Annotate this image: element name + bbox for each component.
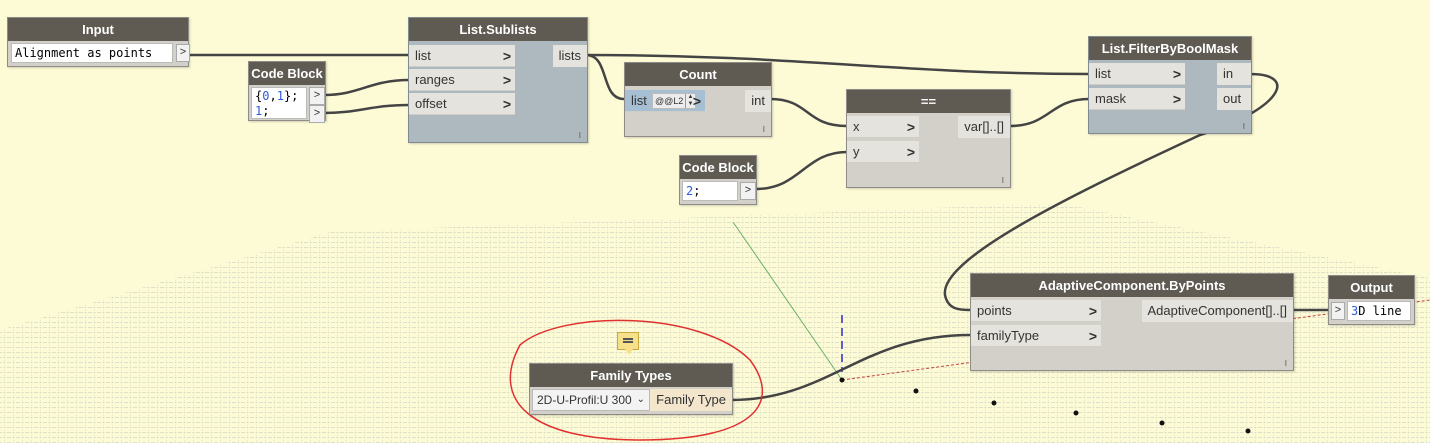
lacing-indicator[interactable]: I	[579, 131, 581, 140]
sublists-input-offset[interactable]: offset >	[409, 93, 515, 115]
chevron-right-icon: >	[502, 48, 511, 64]
adaptive-output[interactable]: AdaptiveComponent[]..[]	[1141, 300, 1293, 322]
code-block-2-output[interactable]: >	[740, 182, 756, 200]
note-icon[interactable]	[617, 332, 639, 355]
wire-lists-count	[585, 53, 625, 101]
chevron-right-icon: >	[502, 96, 511, 112]
list-sublists-node[interactable]: List.Sublists list > ranges > offset > list…	[408, 17, 588, 143]
code-block-node-1[interactable]: Code Block {0,1}; 1; > >	[248, 61, 326, 123]
chevron-right-icon: >	[1172, 91, 1181, 107]
equals-input-x[interactable]: x >	[847, 116, 919, 138]
wire-int-x	[769, 97, 848, 128]
graph-canvas[interactable]: Input Alignment as points > Code Block {…	[0, 0, 1430, 443]
lacing-indicator[interactable]: I	[1243, 122, 1245, 131]
filter-output-out[interactable]: out	[1217, 88, 1251, 110]
chevron-right-icon: >	[1172, 66, 1181, 82]
equals-output[interactable]: var[]..[]	[958, 116, 1010, 138]
wire-cb2-y	[755, 150, 848, 191]
filter-output-in[interactable]: in	[1217, 63, 1251, 85]
lacing-indicator[interactable]: I	[763, 125, 765, 134]
family-types-title: Family Types	[530, 364, 732, 387]
wire-eq-mask	[1009, 97, 1090, 128]
input-output-port[interactable]: >	[176, 44, 190, 62]
equals-input-y[interactable]: y >	[847, 141, 919, 163]
code-block-2-editor[interactable]: 2;	[682, 181, 738, 201]
code-block-node-2[interactable]: Code Block 2; >	[679, 155, 757, 205]
sublists-output-lists[interactable]: lists	[552, 45, 587, 67]
code-block-1-editor[interactable]: {0,1}; 1;	[251, 87, 307, 119]
lacing-indicator[interactable]: I	[1002, 176, 1004, 185]
filter-input-list[interactable]: list >	[1089, 63, 1185, 85]
wire-cb1-offset	[323, 103, 410, 115]
chevron-right-icon: >	[1088, 328, 1097, 344]
chevron-right-icon: >	[1088, 303, 1097, 319]
count-input-list[interactable]: list @@L2 ▲ ▼ >	[625, 90, 705, 112]
lacing-indicator[interactable]: I	[1285, 359, 1287, 368]
output-input-port[interactable]: >	[1331, 302, 1345, 320]
code-block-1-title: Code Block	[249, 62, 325, 85]
count-title: Count	[625, 63, 771, 86]
adaptive-input-points[interactable]: points >	[971, 300, 1101, 322]
code-block-2-title: Code Block	[680, 156, 756, 179]
filter-title: List.FilterByBoolMask	[1089, 37, 1251, 60]
chevron-right-icon: >	[692, 93, 701, 109]
input-node[interactable]: Input Alignment as points >	[7, 17, 190, 67]
adaptive-title: AdaptiveComponent.ByPoints	[971, 274, 1293, 297]
equals-title: ==	[847, 90, 1010, 113]
chevron-right-icon: >	[906, 119, 915, 135]
code-line-1: {0,1};	[255, 89, 299, 103]
family-type-dropdown[interactable]: 2D-U-Profil:U 300 ⌄	[532, 389, 650, 411]
adaptive-component-node[interactable]: AdaptiveComponent.ByPoints points > famil…	[970, 273, 1294, 371]
filter-input-mask[interactable]: mask >	[1089, 88, 1185, 110]
note-tail-icon	[625, 349, 633, 355]
lacing-level-field[interactable]: @@L2 ▲ ▼	[652, 93, 696, 109]
count-node[interactable]: Count list @@L2 ▲ ▼ > int I	[624, 62, 772, 137]
input-node-title: Input	[8, 18, 188, 41]
sublists-input-ranges[interactable]: ranges >	[409, 69, 515, 91]
chevron-down-icon: ⌄	[636, 394, 645, 405]
sublists-input-list[interactable]: list >	[409, 45, 515, 67]
output-title: Output	[1329, 276, 1414, 299]
code-block-1-output-2[interactable]: >	[309, 105, 325, 123]
family-type-output[interactable]: Family Type	[650, 389, 732, 411]
adaptive-input-family-type[interactable]: familyType >	[971, 325, 1101, 347]
wire-cb1-ranges	[323, 78, 410, 97]
chevron-right-icon: >	[502, 72, 511, 88]
sublists-title: List.Sublists	[409, 18, 587, 41]
filter-by-bool-mask-node[interactable]: List.FilterByBoolMask list > mask > in out…	[1088, 36, 1252, 134]
code-line-2: 1;	[255, 104, 270, 118]
code-block-1-output-1[interactable]: >	[309, 87, 325, 105]
equals-node[interactable]: == x > y > var[]..[] I	[846, 89, 1011, 188]
count-output-int[interactable]: int	[745, 90, 771, 112]
note-lines-icon	[623, 338, 633, 343]
chevron-right-icon: >	[906, 144, 915, 160]
output-value-field[interactable]: 3D line	[1347, 301, 1411, 321]
family-types-node[interactable]: Family Types 2D-U-Profil:U 300 ⌄ Family …	[529, 363, 733, 415]
input-value-field[interactable]: Alignment as points	[11, 43, 173, 63]
output-node[interactable]: Output > 3D line	[1328, 275, 1415, 325]
